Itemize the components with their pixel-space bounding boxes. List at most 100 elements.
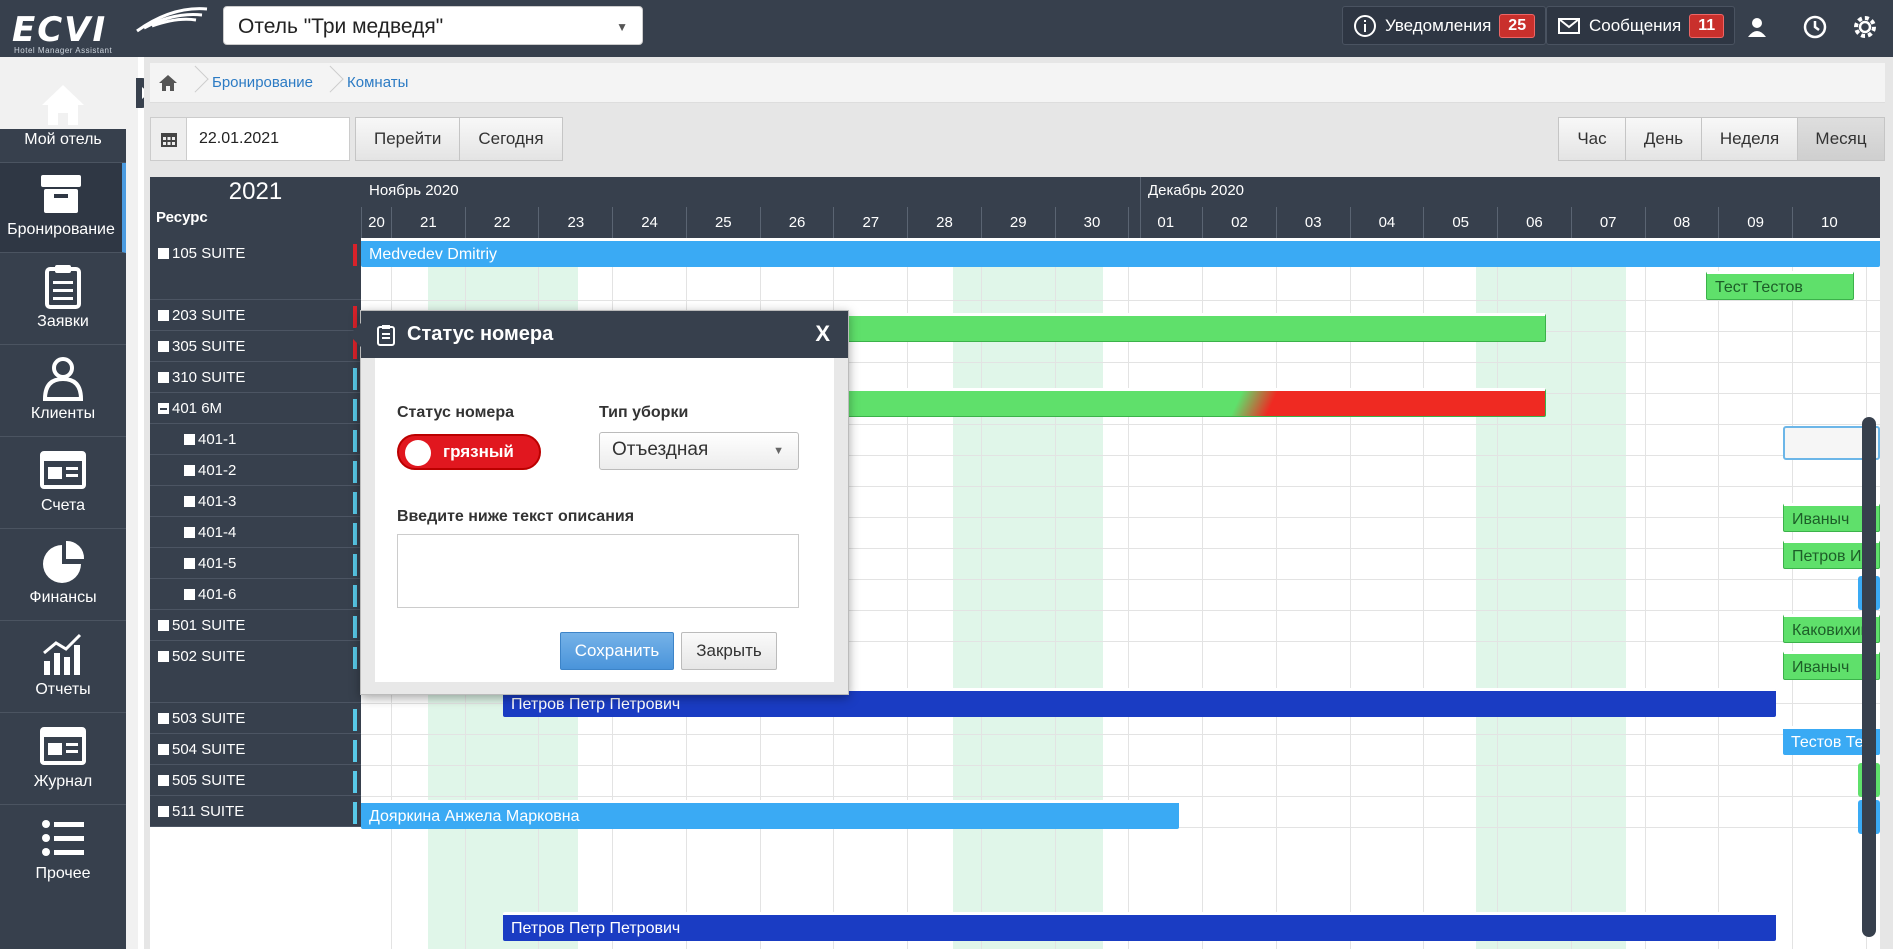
resource-checkbox[interactable] xyxy=(158,775,169,786)
resource-row[interactable]: 502 SUITE xyxy=(150,641,361,703)
resource-label: 401-6 xyxy=(198,586,237,603)
breadcrumb-item-rooms[interactable]: Комнаты xyxy=(347,74,408,91)
cleaning-type-select[interactable]: Отъездная ▼ xyxy=(599,432,799,470)
sidebar-item-other[interactable]: Прочее xyxy=(0,807,126,897)
resource-checkbox[interactable] xyxy=(158,713,169,724)
day-header-cell: 04 xyxy=(1349,207,1424,238)
description-textarea[interactable] xyxy=(397,534,799,608)
messages-button[interactable]: Сообщения 11 xyxy=(1546,6,1736,45)
sidebar-item-reports[interactable]: Отчеты xyxy=(0,623,126,713)
collapse-checkbox[interactable] xyxy=(158,403,169,414)
top-bar: ECVI Hotel Manager Assistant Отель "Три … xyxy=(0,0,1893,57)
room-status-label: Статус номера xyxy=(397,404,514,421)
date-picker[interactable]: 22.01.2021 xyxy=(150,117,350,161)
resource-row[interactable]: 401-1 xyxy=(150,424,361,455)
sidebar-item-journal[interactable]: Журнал xyxy=(0,715,126,805)
breadcrumb-item-booking[interactable]: Бронирование xyxy=(212,74,313,91)
room-status-toggle[interactable]: грязный xyxy=(397,434,541,470)
resource-checkbox[interactable] xyxy=(184,527,195,538)
sidebar-item-finance[interactable]: Финансы xyxy=(0,531,126,621)
booking-bar[interactable] xyxy=(841,313,1546,342)
status-marker xyxy=(353,740,357,762)
status-marker xyxy=(353,461,357,483)
calendar-icon[interactable] xyxy=(151,118,187,160)
sidebar-item-label: Журнал xyxy=(33,773,93,790)
resource-row[interactable]: 401-3 xyxy=(150,486,361,517)
resource-row[interactable]: 203 SUITE xyxy=(150,300,361,331)
resource-checkbox[interactable] xyxy=(184,496,195,507)
close-button[interactable]: Закрыть xyxy=(681,632,777,670)
resource-label: 504 SUITE xyxy=(172,741,246,758)
today-button[interactable]: Сегодня xyxy=(459,117,563,161)
resource-row[interactable]: 401-5 xyxy=(150,548,361,579)
status-marker xyxy=(353,430,357,452)
resource-row[interactable]: 310 SUITE xyxy=(150,362,361,393)
vertical-scrollbar[interactable] xyxy=(1862,417,1876,937)
month-label-december: Декабрь 2020 xyxy=(1148,182,1245,199)
sidebar-item-label: Прочее xyxy=(35,865,91,882)
resource-label: 502 SUITE xyxy=(172,648,246,665)
resource-label: 501 SUITE xyxy=(172,617,246,634)
resource-row[interactable]: 401-4 xyxy=(150,517,361,548)
booking-bar[interactable]: Medvedev Dmitriy xyxy=(361,238,1880,267)
breadcrumb: Бронирование Комнаты xyxy=(150,63,1885,103)
sidebar-item-my-hotel[interactable]: Мой отель xyxy=(0,73,126,163)
sidebar-item-label: Клиенты xyxy=(30,405,96,422)
resource-checkbox[interactable] xyxy=(158,341,169,352)
resource-checkbox[interactable] xyxy=(158,310,169,321)
dialog-close-button[interactable]: X xyxy=(815,321,830,347)
day-header-cell: 24 xyxy=(612,207,686,238)
resource-checkbox[interactable] xyxy=(158,248,169,259)
resource-checkbox[interactable] xyxy=(184,465,195,476)
view-week-button[interactable]: Неделя xyxy=(1701,117,1798,161)
resource-row[interactable]: 501 SUITE xyxy=(150,610,361,641)
notifications-count-badge: 25 xyxy=(1499,13,1536,38)
view-month-button[interactable]: Месяц xyxy=(1797,117,1885,161)
resource-row[interactable]: 511 SUITE xyxy=(150,796,361,827)
booking-bar[interactable]: Дояркина Анжела Марковна xyxy=(361,800,1179,829)
resource-checkbox[interactable] xyxy=(158,744,169,755)
notifications-label: Уведомления xyxy=(1385,15,1492,35)
resource-row[interactable]: 401 6M xyxy=(150,393,361,424)
history-icon[interactable] xyxy=(1800,12,1830,42)
sidebar-item-booking[interactable]: Бронирование xyxy=(0,163,126,253)
resource-row[interactable]: 401-2 xyxy=(150,455,361,486)
resource-checkbox[interactable] xyxy=(158,372,169,383)
booking-bar[interactable]: Петров Петр Петрович xyxy=(503,912,1776,941)
resource-checkbox[interactable] xyxy=(184,558,195,569)
save-button[interactable]: Сохранить xyxy=(560,632,674,670)
notifications-button[interactable]: Уведомления 25 xyxy=(1342,6,1547,45)
resource-label: 503 SUITE xyxy=(172,710,246,727)
resource-row[interactable]: 505 SUITE xyxy=(150,765,361,796)
resource-row[interactable]: 401-6 xyxy=(150,579,361,610)
date-input-value[interactable]: 22.01.2021 xyxy=(187,130,279,148)
sidebar-item-label: Бронирование xyxy=(7,221,115,238)
go-button[interactable]: Перейти xyxy=(355,117,461,161)
booking-bar[interactable]: Тест Тестов xyxy=(1706,271,1854,300)
resource-row[interactable]: 305 SUITE xyxy=(150,331,361,362)
resource-checkbox[interactable] xyxy=(158,651,169,662)
user-icon[interactable] xyxy=(1742,12,1772,42)
day-header-cell: 29 xyxy=(980,207,1055,238)
cleaning-type-value: Отъездная xyxy=(612,439,709,460)
app-logo[interactable]: ECVI Hotel Manager Assistant xyxy=(12,6,208,55)
resource-row[interactable]: 105 SUITE xyxy=(150,238,361,300)
resource-checkbox[interactable] xyxy=(158,806,169,817)
hotel-select[interactable]: Отель "Три медведя" ▼ xyxy=(223,6,643,45)
pie-chart-icon xyxy=(43,540,85,583)
home-icon[interactable] xyxy=(158,74,178,92)
resource-checkbox[interactable] xyxy=(184,589,195,600)
resource-checkbox[interactable] xyxy=(158,620,169,631)
sidebar-item-label: Счета xyxy=(40,497,86,514)
booking-bar[interactable] xyxy=(841,388,1546,417)
resource-checkbox[interactable] xyxy=(184,434,195,445)
gear-icon[interactable] xyxy=(1850,12,1880,42)
view-hour-button[interactable]: Час xyxy=(1558,117,1626,161)
resource-row[interactable]: 503 SUITE xyxy=(150,703,361,734)
sidebar-item-invoices[interactable]: Счета xyxy=(0,439,126,529)
resource-row[interactable]: 504 SUITE xyxy=(150,734,361,765)
sidebar-item-requests[interactable]: Заявки xyxy=(0,255,126,345)
sidebar-item-clients[interactable]: Клиенты xyxy=(0,347,126,437)
resource-label: 401-2 xyxy=(198,462,237,479)
view-day-button[interactable]: День xyxy=(1625,117,1702,161)
